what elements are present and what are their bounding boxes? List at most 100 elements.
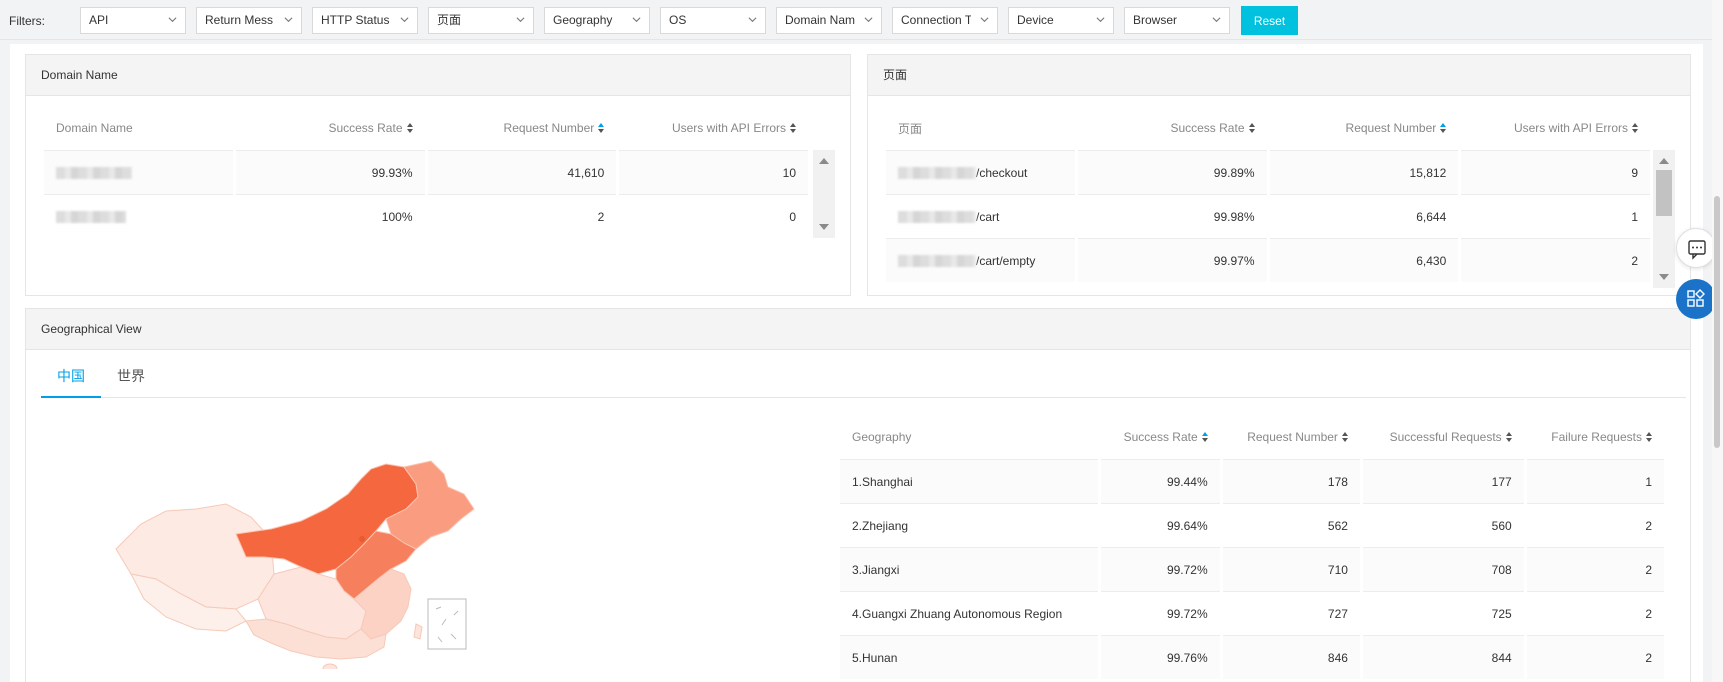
column-header-geography: Geography	[840, 415, 1098, 459]
redacted-text	[56, 210, 126, 223]
chevron-down-icon	[864, 17, 873, 23]
page-table-scrollbar[interactable]	[1653, 150, 1675, 288]
dropdown-label: Device	[1017, 13, 1054, 27]
filter-geography-dropdown[interactable]: Geography	[544, 7, 650, 34]
column-header-success-rate[interactable]: Success Rate	[1078, 106, 1267, 150]
column-header-request-number[interactable]: Request Number	[428, 106, 617, 150]
column-header-success-rate[interactable]: Success Rate	[1101, 415, 1220, 459]
map-region-beijing[interactable]	[359, 536, 365, 542]
table-row[interactable]: 99.93% 41,610 10	[44, 150, 808, 194]
sort-icon[interactable]	[598, 123, 605, 133]
geography-cell: 3.Jiangxi	[840, 547, 1098, 591]
reset-button[interactable]: Reset	[1241, 6, 1298, 35]
table-row[interactable]: /cart/empty 99.97% 6,430 2	[886, 238, 1650, 282]
redacted-text	[56, 166, 132, 179]
request-number-cell: 6,644	[1269, 194, 1459, 238]
south-china-sea-islands	[435, 606, 459, 643]
table-row[interactable]: 2.Zhejiang 99.64% 562 560 2	[840, 503, 1664, 547]
dropdown-label: Return Mess	[205, 13, 274, 27]
page-panel: 页面 页面 Success Rate Request Number Users …	[867, 54, 1691, 296]
failure-requests-cell: 2	[1526, 547, 1664, 591]
table-row[interactable]: /cart 99.98% 6,644 1	[886, 194, 1650, 238]
table-row[interactable]: 3.Jiangxi 99.72% 710 708 2	[840, 547, 1664, 591]
scroll-thumb[interactable]	[1714, 196, 1720, 448]
tab-china[interactable]: 中国	[41, 363, 101, 398]
scroll-thumb[interactable]	[1656, 170, 1672, 216]
table-row[interactable]: 4.Guangxi Zhuang Autonomous Region 99.72…	[840, 591, 1664, 635]
table-row[interactable]: 5.Hunan 99.76% 846 844 2	[840, 635, 1664, 679]
dropdown-label: Domain Nam	[785, 13, 855, 27]
success-rate-cell: 99.76%	[1100, 635, 1220, 679]
users-errors-cell: 1	[1461, 194, 1650, 238]
success-rate-cell: 100%	[235, 194, 425, 238]
scroll-down-icon[interactable]	[819, 224, 829, 230]
panel-title: Geographical View	[26, 309, 1690, 350]
dropdown-label: API	[89, 13, 109, 27]
sort-icon[interactable]	[1632, 123, 1638, 133]
column-header-request-number[interactable]: Request Number	[1223, 415, 1360, 459]
filter-http-status-dropdown[interactable]: HTTP Status	[312, 7, 418, 34]
successful-requests-cell: 844	[1362, 635, 1524, 679]
comment-icon	[1688, 240, 1706, 260]
table-row[interactable]: 1.Shanghai 99.44% 178 177 1	[840, 459, 1664, 503]
filter-browser-dropdown[interactable]: Browser	[1124, 7, 1230, 34]
sort-icon[interactable]	[1440, 123, 1447, 133]
column-label: Domain Name	[56, 121, 133, 135]
sort-icon[interactable]	[790, 123, 796, 133]
filter-domain-name-dropdown[interactable]: Domain Nam	[776, 7, 882, 34]
page-scrollbar[interactable]	[1712, 0, 1723, 682]
filter-os-dropdown[interactable]: OS	[660, 7, 766, 34]
scroll-up-icon[interactable]	[819, 158, 829, 164]
chevron-down-icon	[516, 17, 525, 23]
failure-requests-cell: 2	[1526, 503, 1664, 547]
scroll-down-icon[interactable]	[1659, 274, 1669, 280]
filter-connection-type-dropdown[interactable]: Connection T	[892, 7, 998, 34]
column-header-failure-requests[interactable]: Failure Requests	[1527, 415, 1664, 459]
geographical-view-panel: Geographical View 中国 世界 Geography Succes…	[25, 308, 1691, 682]
sort-icon[interactable]	[1201, 432, 1208, 442]
feedback-button[interactable]	[1676, 228, 1716, 268]
filter-page-dropdown[interactable]: 页面	[428, 7, 534, 34]
map-region-taiwan[interactable]	[413, 623, 423, 640]
sort-icon[interactable]	[1505, 432, 1512, 442]
request-number-cell: 846	[1222, 635, 1360, 679]
china-map[interactable]	[86, 439, 506, 669]
column-header-users-errors[interactable]: Users with API Errors	[1461, 106, 1650, 150]
success-rate-cell: 99.93%	[235, 150, 425, 194]
chevron-down-icon	[284, 17, 293, 23]
successful-requests-cell: 560	[1362, 503, 1524, 547]
filter-device-dropdown[interactable]: Device	[1008, 7, 1114, 34]
geography-cell: 1.Shanghai	[840, 459, 1098, 503]
table-row[interactable]: /checkout 99.89% 15,812 9	[886, 150, 1650, 194]
column-label: Success Rate	[1170, 121, 1245, 135]
map-region-hainan[interactable]	[322, 663, 338, 669]
dropdown-label: Connection T	[901, 13, 971, 27]
tab-world[interactable]: 世界	[101, 363, 161, 398]
domain-table-scrollbar[interactable]	[813, 150, 835, 238]
successful-requests-cell: 725	[1362, 591, 1524, 635]
sort-icon[interactable]	[406, 123, 413, 133]
apps-button[interactable]	[1676, 279, 1716, 319]
chevron-down-icon	[1096, 17, 1105, 23]
column-header-success-rate[interactable]: Success Rate	[236, 106, 425, 150]
page-path: /cart/empty	[976, 253, 1036, 268]
chevron-down-icon	[632, 17, 641, 23]
column-header-successful-requests[interactable]: Successful Requests	[1363, 415, 1524, 459]
users-errors-cell: 0	[619, 194, 808, 238]
geography-cell: 4.Guangxi Zhuang Autonomous Region	[840, 591, 1098, 635]
filter-api-dropdown[interactable]: API	[80, 7, 186, 34]
page-path: /checkout	[976, 165, 1028, 180]
table-row[interactable]: 100% 2 0	[44, 194, 808, 238]
sort-icon[interactable]	[1341, 432, 1348, 442]
failure-requests-cell: 2	[1526, 591, 1664, 635]
redacted-text	[898, 166, 976, 179]
filter-return-message-dropdown[interactable]: Return Mess	[196, 7, 302, 34]
sort-icon[interactable]	[1248, 123, 1255, 133]
geo-tabs: 中国 世界	[41, 363, 1686, 398]
sort-icon[interactable]	[1646, 432, 1652, 442]
column-header-request-number[interactable]: Request Number	[1270, 106, 1459, 150]
success-rate-cell: 99.72%	[1100, 591, 1220, 635]
column-label: Request Number	[503, 121, 595, 135]
scroll-up-icon[interactable]	[1659, 158, 1669, 164]
column-header-users-errors[interactable]: Users with API Errors	[619, 106, 808, 150]
